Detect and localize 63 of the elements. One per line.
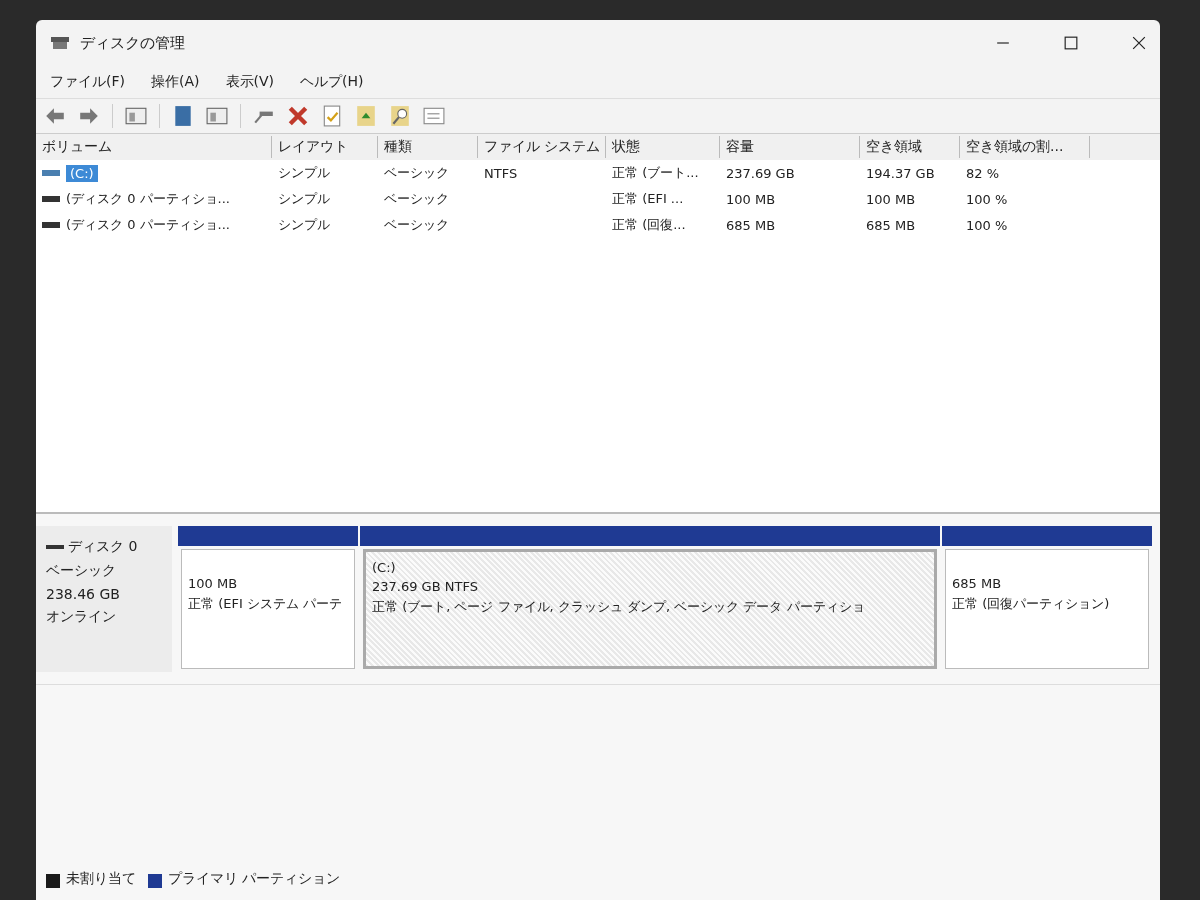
menu-item[interactable]: 表示(V)	[225, 72, 274, 92]
maximize-icon[interactable]	[1064, 36, 1078, 50]
table-cell: シンプル	[278, 190, 330, 208]
table-cell: 685 MB	[726, 217, 776, 233]
partition-text: 237.69 GB NTFS	[372, 579, 479, 594]
table-cell: 100 %	[966, 191, 1008, 207]
column-header[interactable]: 種類	[378, 136, 478, 158]
panel-icon[interactable]	[206, 105, 228, 127]
legend-label: 未割り当て	[66, 870, 136, 888]
table-cell: ベーシック	[384, 190, 449, 208]
column-header[interactable]: ボリューム	[36, 136, 272, 158]
column-header[interactable]: 空き領域の割...	[960, 136, 1090, 158]
column-header[interactable]: 空き領域	[860, 136, 960, 158]
disk-icon	[50, 35, 70, 51]
table-cell: 正常 (EFI ...	[612, 190, 684, 208]
menu-item[interactable]: ヘルプ(H)	[300, 72, 364, 92]
partition-block[interactable]: 685 MB 正常 (回復パーティション)	[945, 549, 1149, 669]
table-cell: ベーシック	[384, 216, 449, 234]
table-cell: シンプル	[278, 164, 330, 182]
menu-item[interactable]: 操作(A)	[151, 72, 200, 92]
table-cell: 100 %	[966, 217, 1008, 233]
close-icon[interactable]	[1132, 36, 1146, 50]
column-header[interactable]: 状態	[606, 136, 720, 158]
table-cell: NTFS	[484, 165, 518, 181]
search-icon[interactable]	[389, 105, 411, 127]
table-cell: 82 %	[966, 165, 1000, 181]
partition-text: (C:)	[372, 560, 397, 575]
table-cell: 100 MB	[866, 191, 916, 207]
table-cell: 正常 (回復...	[612, 216, 686, 234]
drive-icon	[42, 169, 60, 177]
partition-block[interactable]: 100 MB 正常 (EFI システム パーテ	[181, 549, 355, 669]
table-cell: 237.69 GB	[726, 165, 795, 181]
drive-icon	[42, 195, 60, 203]
panel-icon[interactable]	[125, 105, 147, 127]
volume-name[interactable]: (ディスク 0 パーティショ...	[66, 216, 230, 234]
partition-text: 正常 (回復パーティション)	[952, 595, 1111, 613]
legend-label: プライマリ パーティション	[168, 870, 341, 888]
table-cell: シンプル	[278, 216, 330, 234]
column-header[interactable]: ファイル システム	[478, 136, 606, 158]
partition-text: 685 MB	[952, 576, 1003, 591]
check-icon[interactable]	[321, 105, 343, 127]
window-title: ディスクの管理	[80, 33, 185, 53]
disk-type: ベーシック	[46, 562, 117, 580]
disk-name: ディスク 0	[68, 538, 138, 556]
table-cell: 100 MB	[726, 191, 776, 207]
delete-icon[interactable]	[287, 105, 309, 127]
table-cell: ベーシック	[384, 164, 449, 182]
disk-size: 238.46 GB	[46, 586, 121, 602]
partition-text: 正常 (ブート, ページ ファイル, クラッシュ ダンプ, ベーシック データ パーティショ	[372, 598, 866, 616]
disk-status: オンライン	[46, 608, 117, 626]
partition-block[interactable]: (C:) 237.69 GB NTFS 正常 (ブート, ページ ファイル, クラッシュ ダンプ, ベーシック データ パーティショ	[363, 549, 937, 669]
partition-text: 100 MB	[188, 576, 239, 591]
volume-name[interactable]: (C:)	[66, 164, 98, 182]
table-cell: 正常 (ブート...	[612, 164, 699, 182]
drive-icon	[42, 221, 60, 229]
partition-text: 正常 (EFI システム パーテ	[188, 595, 343, 613]
list-icon[interactable]	[423, 105, 445, 127]
volume-name[interactable]: (ディスク 0 パーティショ...	[66, 190, 230, 208]
table-cell: 685 MB	[866, 217, 916, 233]
table-cell: 194.37 GB	[866, 165, 935, 181]
column-header[interactable]: 容量	[720, 136, 860, 158]
column-header[interactable]: レイアウト	[272, 136, 378, 158]
menu-item[interactable]: ファイル(F)	[50, 72, 125, 92]
